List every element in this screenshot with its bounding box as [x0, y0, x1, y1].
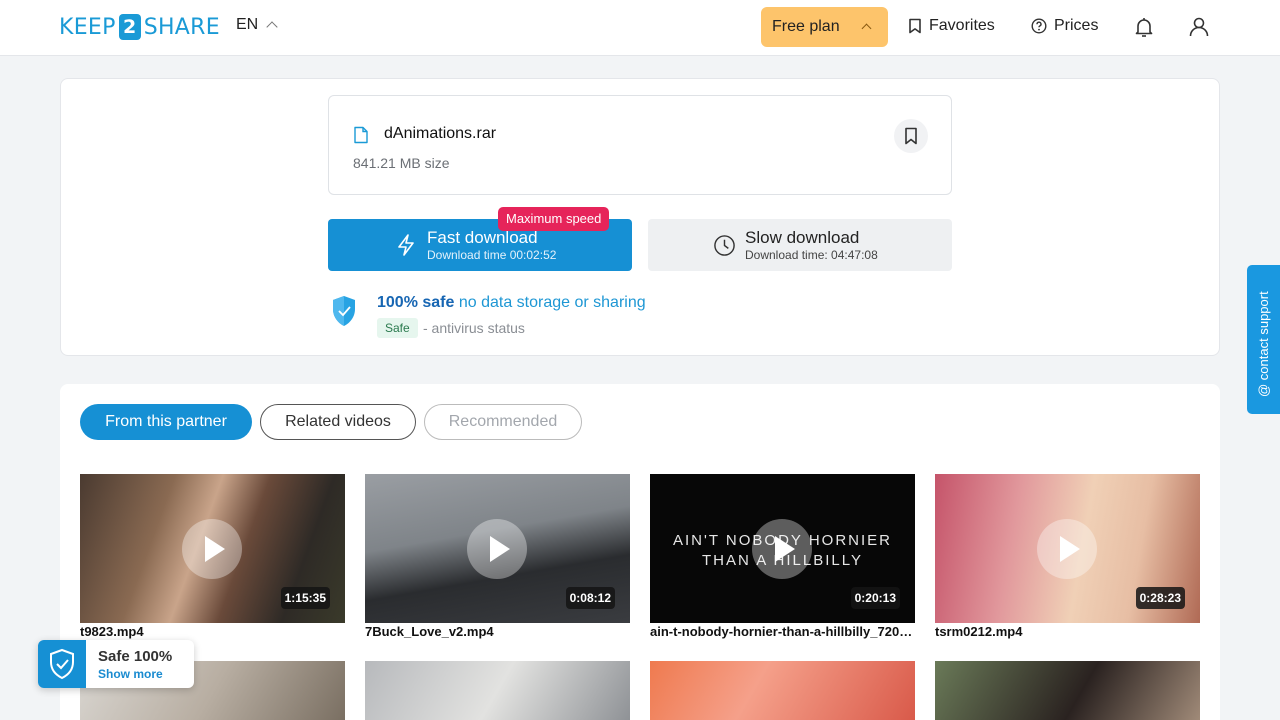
file-name: dAnimations.rar — [384, 125, 497, 142]
favorites-label: Favorites — [929, 17, 995, 34]
video-thumbnail[interactable] — [365, 661, 630, 720]
contact-support-tab[interactable]: @ contact support — [1247, 265, 1280, 414]
video-duration: 0:20:13 — [850, 587, 900, 609]
video-thumbnail[interactable] — [935, 661, 1200, 720]
top-header: KEEP 2 SHARE EN Free plan Favorites Pric… — [0, 0, 1280, 56]
video-thumbnail[interactable]: AIN'T NOBODY HORNIER THAN A HILLBILLY 0:… — [650, 474, 915, 623]
antivirus-status-text: - antivirus status — [423, 320, 525, 336]
video-thumbnail[interactable]: 0:28:23 — [935, 474, 1200, 623]
chevron-up-icon — [861, 23, 872, 34]
shield-check-icon — [50, 648, 74, 680]
video-duration: 1:15:35 — [280, 587, 330, 609]
favorites-link[interactable]: Favorites — [908, 17, 995, 35]
chevron-up-icon — [266, 21, 278, 33]
video-title[interactable]: ain-t-nobody-hornier-than-a-hillbilly_72… — [650, 624, 915, 639]
user-icon[interactable] — [1187, 15, 1211, 39]
prices-link[interactable]: Prices — [1031, 17, 1098, 35]
play-icon — [752, 519, 812, 579]
video-duration: 0:08:12 — [565, 587, 615, 609]
prices-label: Prices — [1054, 17, 1099, 34]
plan-button[interactable]: Free plan — [761, 7, 888, 47]
video-title[interactable]: 7Buck_Love_v2.mp4 — [365, 624, 630, 639]
safety-statement: 100% safe no data storage or sharing — [377, 294, 646, 312]
help-circle-icon — [1031, 18, 1047, 34]
shield-badge — [38, 640, 86, 688]
play-icon — [467, 519, 527, 579]
language-selector[interactable]: EN — [236, 16, 278, 34]
show-more-link[interactable]: Show more — [98, 667, 163, 681]
safe-widget[interactable]: Safe 100% Show more — [38, 640, 194, 688]
logo-text-right: SHARE — [143, 14, 220, 40]
max-speed-badge: Maximum speed — [498, 207, 610, 231]
bookmark-button[interactable] — [894, 119, 928, 153]
plan-label: Free plan — [772, 18, 840, 35]
tab-related-videos[interactable]: Related videos — [260, 404, 416, 440]
file-info-box — [328, 95, 952, 195]
slow-download-title: Slow download — [745, 228, 860, 247]
safe-widget-title: Safe 100% — [98, 648, 173, 665]
shield-check-icon — [333, 296, 355, 326]
video-title[interactable]: tsrm0212.mp4 — [935, 624, 1200, 639]
video-thumbnail[interactable]: 1:15:35 — [80, 474, 345, 623]
tab-from-this-partner[interactable]: From this partner — [80, 404, 252, 440]
contact-support-label: @ contact support — [1256, 291, 1271, 397]
logo-text-left: KEEP — [59, 14, 116, 40]
slow-download-button[interactable]: Slow download Download time: 04:47:08 — [648, 219, 952, 271]
language-label: EN — [236, 16, 259, 33]
lightning-icon — [398, 234, 414, 256]
video-title[interactable]: t9823.mp4 — [80, 624, 345, 639]
video-thumbnail[interactable]: 0:08:12 — [365, 474, 630, 623]
bookmark-icon — [905, 127, 917, 145]
bookmark-icon — [909, 18, 921, 34]
tab-recommended[interactable]: Recommended — [424, 404, 582, 440]
play-icon — [182, 519, 242, 579]
keep2share-logo[interactable]: KEEP 2 SHARE — [59, 14, 220, 40]
video-duration: 0:28:23 — [1135, 587, 1185, 609]
bell-icon[interactable] — [1132, 15, 1156, 39]
video-thumbnail[interactable] — [650, 661, 915, 720]
file-icon — [354, 126, 368, 144]
safe-status-chip: Safe — [377, 318, 418, 338]
file-size: 841.21 MB size — [353, 155, 450, 171]
slow-download-time: Download time: 04:47:08 — [745, 248, 878, 262]
logo-badge: 2 — [118, 14, 141, 40]
fast-download-title: Fast download — [427, 228, 538, 247]
safety-bold: 100% safe — [377, 294, 455, 311]
play-icon — [1037, 519, 1097, 579]
clock-icon — [714, 235, 735, 256]
fast-download-time: Download time 00:02:52 — [427, 248, 557, 262]
safety-light: no data storage or sharing — [458, 294, 646, 311]
